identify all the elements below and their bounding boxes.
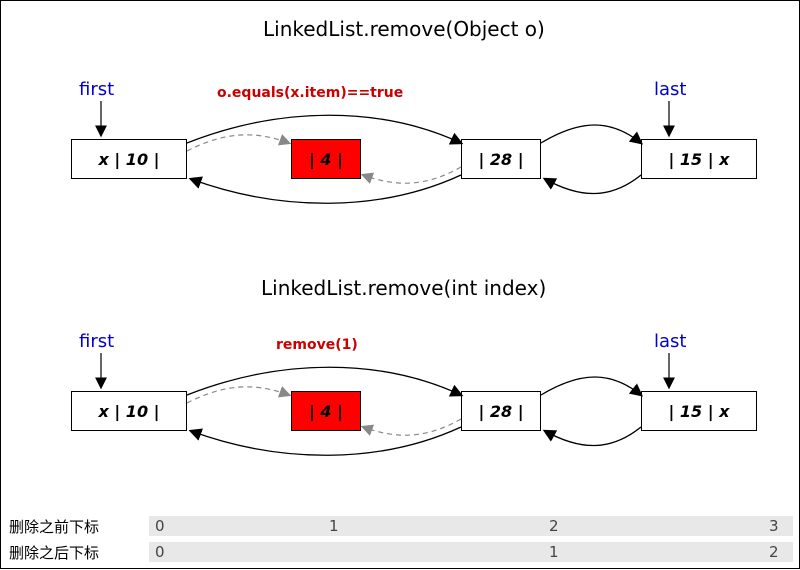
last-label-bottom: last — [654, 331, 686, 352]
index-before-label: 删除之前下标 — [9, 516, 149, 537]
node-3-top: | 15 | x — [641, 139, 757, 179]
index-row-after: 删除之后下标 0 1 2 — [9, 541, 793, 563]
title-bottom: LinkedList.remove(int index) — [261, 276, 546, 300]
node-0-bottom: x | 10 | — [71, 391, 187, 431]
index-after-label: 删除之后下标 — [9, 542, 149, 563]
idx-after-2: 2 — [769, 542, 779, 562]
idx-before-1: 1 — [329, 516, 339, 536]
arrow-n2-n0-back-bottom — [191, 427, 461, 455]
index-after-strip: 0 1 2 — [149, 542, 793, 562]
idx-before-3: 3 — [769, 516, 779, 536]
idx-before-2: 2 — [549, 516, 559, 536]
node-3-bottom: | 15 | x — [641, 391, 757, 431]
first-label-top: first — [79, 79, 114, 100]
index-row-before: 删除之前下标 0 1 2 3 — [9, 515, 793, 537]
node-1-top: | 4 | — [291, 139, 361, 179]
arrow-n2-n3-fwd-top — [541, 125, 641, 143]
arrow-n2-n3-fwd-bottom — [541, 377, 641, 395]
arrow-n3-n2-back-top — [545, 175, 641, 194]
arrow-n0-n1-old-top — [187, 135, 289, 151]
condition-bottom: remove(1) — [276, 337, 358, 353]
condition-top: o.equals(x.item)==true — [217, 85, 403, 101]
arrow-n2-n1-old-bottom — [363, 419, 461, 435]
diagram-canvas: LinkedList.remove(Object o) first last o… — [0, 0, 800, 569]
first-label-bottom: first — [79, 331, 114, 352]
arrow-n3-n2-back-bottom — [545, 427, 641, 446]
node-1-bottom: | 4 | — [291, 391, 361, 431]
idx-before-0: 0 — [155, 516, 165, 536]
arrow-n0-n1-old-bottom — [187, 387, 289, 403]
index-before-strip: 0 1 2 3 — [149, 516, 793, 536]
node-2-top: | 28 | — [461, 139, 541, 179]
idx-after-0: 0 — [155, 542, 165, 562]
last-label-top: last — [654, 79, 686, 100]
arrow-n2-n1-old-top — [363, 167, 461, 183]
arrow-n2-n0-back-top — [191, 175, 461, 203]
node-2-bottom: | 28 | — [461, 391, 541, 431]
title-top: LinkedList.remove(Object o) — [263, 17, 545, 41]
idx-after-1: 1 — [549, 542, 559, 562]
node-0-top: x | 10 | — [71, 139, 187, 179]
